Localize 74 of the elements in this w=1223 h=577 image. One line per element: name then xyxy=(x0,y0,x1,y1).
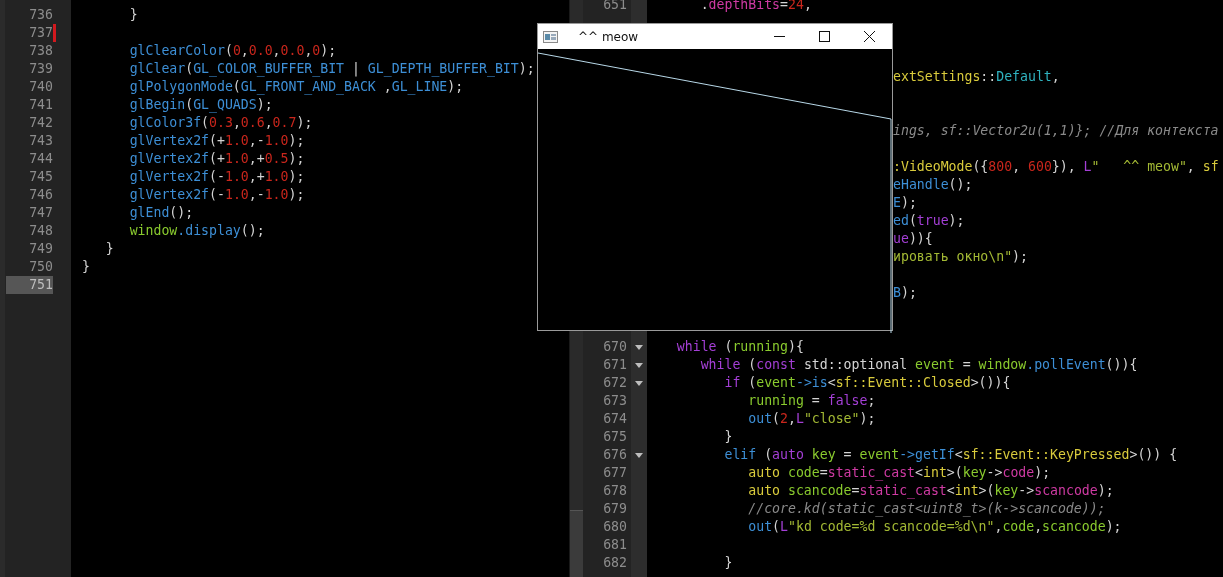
line-number: 737 xyxy=(28,24,53,42)
line-number: 747 xyxy=(28,204,53,222)
line-number: 744 xyxy=(28,150,53,168)
line-number: 738 xyxy=(28,42,53,60)
line-number: 674 xyxy=(603,410,627,428)
code-line: out(2,L"close"); xyxy=(747,410,876,428)
code-line: //core.kd(static_cast<uint8_t>(k->scancode)); xyxy=(747,500,1106,518)
line-number: 671 xyxy=(603,356,627,374)
code-line: glVertex2f(-1.0,+1.0); xyxy=(128,168,305,186)
code-line: if (event->is<sf::Event::Closed>()){ xyxy=(723,374,1011,392)
code-line: ings, sf::Vector2u(1,1)}; //Для контекста xyxy=(892,122,1219,140)
line-number: 675 xyxy=(603,428,627,446)
code-line: window.display(); xyxy=(128,222,265,240)
close-icon xyxy=(864,31,875,42)
line-number: 677 xyxy=(603,464,627,482)
line-number: 748 xyxy=(28,222,53,240)
scrollbar-thumb[interactable] xyxy=(570,510,583,577)
line-number: 673 xyxy=(603,392,627,410)
line-number: 680 xyxy=(603,518,627,536)
line-number: 651 xyxy=(603,0,627,14)
code-line: out(L"kd code=%d scancode=%d\n",code,scancode); xyxy=(747,518,1122,536)
line-number: 751 xyxy=(6,276,53,294)
line-number: 741 xyxy=(28,96,53,114)
code-line: while (running){ xyxy=(675,338,804,356)
code-line: glVertex2f(-1.0,-1.0); xyxy=(128,186,305,204)
window-title: ^^ meow xyxy=(578,29,639,44)
code-line: ue)){ xyxy=(892,230,933,248)
code-line: glBegin(GL_QUADS); xyxy=(128,96,273,114)
line-number: 739 xyxy=(28,60,53,78)
line-number: 745 xyxy=(28,168,53,186)
line-number: 679 xyxy=(603,500,627,518)
line-number: 749 xyxy=(28,240,53,258)
fold-toggle-icon[interactable] xyxy=(635,362,643,368)
line-number: 750 xyxy=(28,258,53,276)
code-line: } xyxy=(104,240,114,258)
code-line: auto scancode=static_cast<int>(key->scancode); xyxy=(747,482,1114,500)
code-line: E); xyxy=(892,194,917,212)
code-line: auto code=static_cast<int>(key->code); xyxy=(747,464,1051,482)
code-line: } xyxy=(81,258,90,276)
line-number: 740 xyxy=(28,78,53,96)
code-line: ed(true); xyxy=(892,212,965,230)
app-icon xyxy=(543,30,558,43)
code-line: extSettings::Default, xyxy=(892,68,1060,86)
line-number: 742 xyxy=(28,114,53,132)
code-line: glVertex2f(+1.0,+0.5); xyxy=(128,150,305,168)
line-number: 670 xyxy=(603,338,627,356)
code-line: :VideoMode({800, 600}), L" ^^ meow", sf xyxy=(892,158,1219,176)
code-line: } xyxy=(723,554,733,572)
code-line: glVertex2f(+1.0,-1.0); xyxy=(128,132,305,150)
line-number: 682 xyxy=(603,554,627,572)
code-line: } xyxy=(723,428,733,446)
code-line: glEnd(); xyxy=(128,204,194,222)
code-line: glClearColor(0,0.0,0.0,0); xyxy=(128,42,337,60)
line-number: 746 xyxy=(28,186,53,204)
code-line: running = false; xyxy=(747,392,876,410)
code-line: eHandle(); xyxy=(892,176,973,194)
line-number: 672 xyxy=(603,374,627,392)
code-line: glClear(GL_COLOR_BUFFER_BIT | GL_DEPTH_BUFFER_BIT); xyxy=(128,60,535,78)
fold-toggle-icon[interactable] xyxy=(635,344,643,350)
code-line: glPolygonMode(GL_FRONT_AND_BACK ,GL_LINE); xyxy=(128,78,464,96)
line-number: 743 xyxy=(28,132,53,150)
line-number: 678 xyxy=(603,482,627,500)
code-line: while (const std::optional event = window.pollEvent()){ xyxy=(699,356,1138,374)
code-line: } xyxy=(128,6,138,24)
code-line: glColor3f(0.3,0.6,0.7); xyxy=(128,114,313,132)
line-number: 676 xyxy=(603,446,627,464)
fold-toggle-icon[interactable] xyxy=(635,452,643,458)
line-number: 681 xyxy=(603,536,627,554)
code-line: ировать окно\n"); xyxy=(892,248,1028,266)
maximize-icon xyxy=(819,31,830,42)
line-number: 736 xyxy=(28,6,53,24)
code-line: elif (auto key = event->getIf<sf::Event::KeyPressed>()) { xyxy=(723,446,1178,464)
code-line: B); xyxy=(892,284,917,302)
fold-toggle-icon[interactable] xyxy=(635,380,643,386)
